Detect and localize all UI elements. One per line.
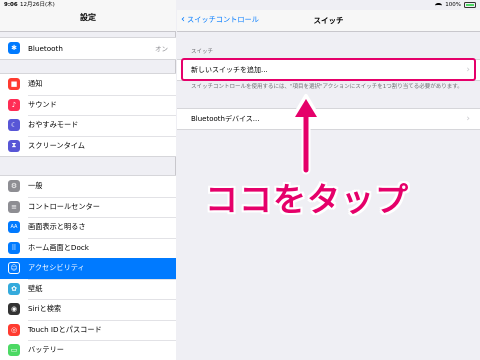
- annotation-text: ココをタップ: [205, 180, 409, 219]
